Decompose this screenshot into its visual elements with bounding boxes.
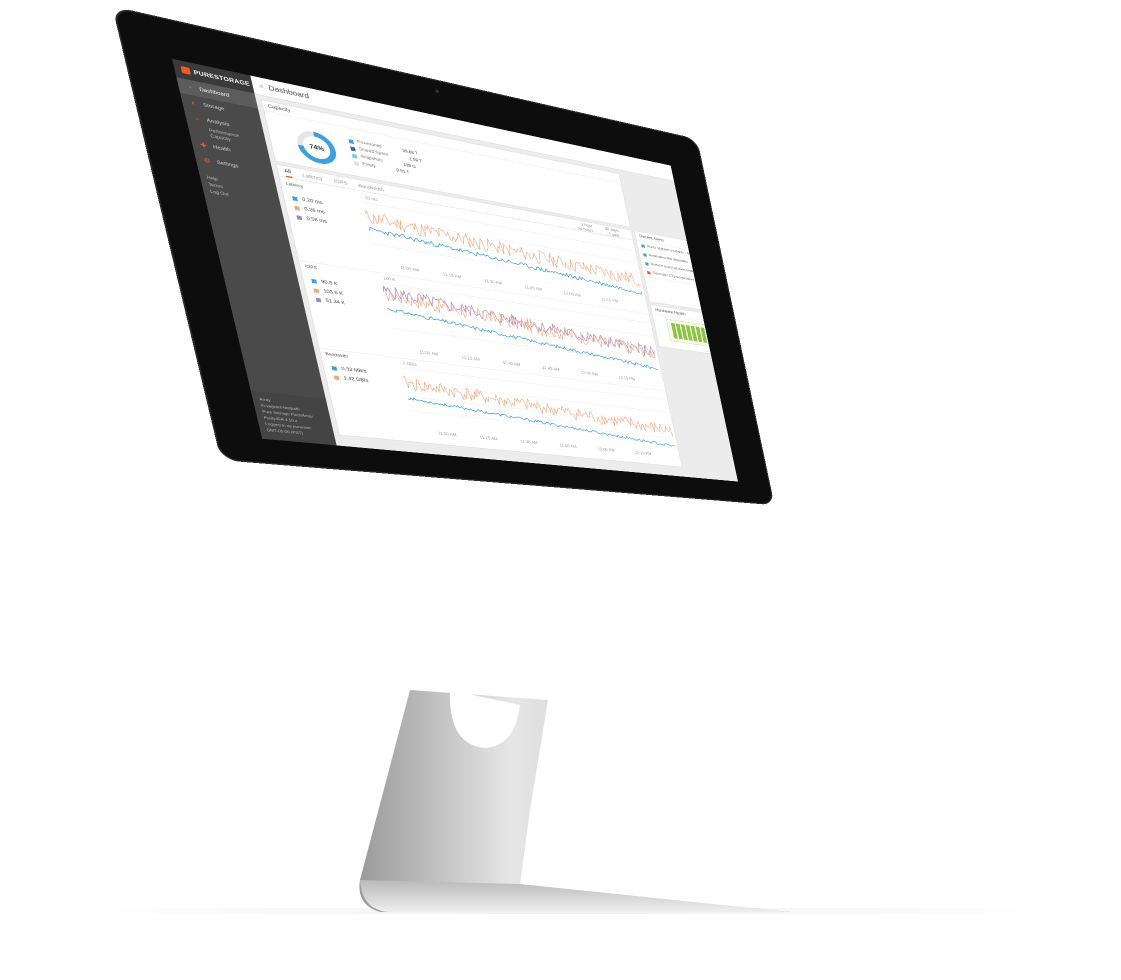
read-swatch xyxy=(291,196,298,202)
time-tick-label: 11:30 AM xyxy=(520,440,538,446)
latency-label: Latency xyxy=(285,182,304,190)
pure-logo-icon xyxy=(180,65,192,75)
grid-line xyxy=(404,382,668,412)
time-tick-label: 11:00 AM xyxy=(400,266,420,273)
array-info: Array m-vagrant-fastpath Pure Storage Fl… xyxy=(250,390,337,446)
grid-line xyxy=(392,328,657,364)
time-tick-label: 11:00 AM xyxy=(438,432,457,438)
tab-all[interactable]: All xyxy=(283,168,293,179)
sidebar-item-label: Analysis xyxy=(206,117,230,128)
time-tick-label: 12:00 PM xyxy=(563,291,581,298)
legend-swatch xyxy=(350,146,356,152)
legend-swatch xyxy=(348,138,355,144)
write-swatch xyxy=(313,288,320,294)
time-tick-label: 12:15 PM xyxy=(635,451,652,457)
sidebar-item-label: Health xyxy=(212,144,232,153)
time-tick-label: 11:15 AM xyxy=(479,436,498,442)
mirrored-swatch xyxy=(296,215,303,221)
info-icon xyxy=(641,244,645,248)
settings-icon: ⚙ xyxy=(202,156,212,165)
iops-read-series xyxy=(387,308,658,369)
time-tick-label: 11:45 AM xyxy=(559,444,577,450)
hardware-title: Hardware Health xyxy=(654,307,687,317)
analysis-icon: ⌕ xyxy=(194,114,201,123)
read-swatch xyxy=(331,366,338,371)
capacity-donut: 74% xyxy=(291,126,341,169)
latency-write-series xyxy=(365,210,641,286)
time-tick-label: 11:15 AM xyxy=(461,356,480,363)
iops-label: IOPS xyxy=(304,264,318,271)
health-icon: ✚ xyxy=(199,140,208,150)
write-swatch xyxy=(294,205,301,211)
capacity-percent: 74% xyxy=(309,143,325,153)
time-tick-label: 11:30 AM xyxy=(502,361,521,368)
bandwidth-label: Bandwidth xyxy=(325,352,349,360)
legend-label: Empty xyxy=(361,162,377,169)
time-tick-label: 11:00 AM xyxy=(419,350,439,357)
read-swatch xyxy=(311,278,318,284)
bandwidth-write-value: 1.42 GB/s xyxy=(343,375,369,384)
capacity-legend: Provisioned 39.68 T Shared Space 1.09 T Sn… xyxy=(348,137,426,180)
time-tick-label: 12:15 PM xyxy=(601,297,619,304)
grid-line xyxy=(388,313,654,350)
time-tick-label: 11:45 AM xyxy=(542,366,560,372)
time-tick-label: 12:00 PM xyxy=(581,371,599,377)
legend-value: 9.91 T xyxy=(396,168,410,176)
sidebar-item-label: Dashboard xyxy=(198,86,230,98)
mirrored-swatch xyxy=(315,297,322,303)
time-tick-label: 12:15 PM xyxy=(618,376,635,382)
time-tick-label: 12:00 PM xyxy=(597,447,615,453)
iops-values: 90.8 K 103.6 K 51.34 K xyxy=(311,276,347,308)
iops-mirrored-value: 51.34 K xyxy=(325,298,346,306)
bandwidth-values: 0.33 MB/s 1.42 GB/s xyxy=(331,363,370,386)
write-swatch xyxy=(333,375,340,381)
info-icon xyxy=(644,261,649,266)
info-icon xyxy=(643,252,647,257)
time-tick-label: 11:30 AM xyxy=(484,279,503,286)
menu-toggle-icon[interactable]: ≡ xyxy=(258,82,264,90)
sidebar-item-label: Storage xyxy=(202,102,226,112)
warning-small-icon xyxy=(646,270,651,275)
dashboard-icon: ◔ xyxy=(186,83,194,92)
bandwidth-read-series xyxy=(408,397,675,446)
legend-swatch xyxy=(353,160,360,166)
tab-iops[interactable]: IOPS xyxy=(333,179,348,188)
storage-icon: ◐ xyxy=(190,98,197,107)
time-tick-label: 11:15 AM xyxy=(443,272,462,279)
sidebar-item-label: Settings xyxy=(216,159,240,169)
latency-values: 0.20 ms 0.26 ms 0.58 ms xyxy=(291,194,328,228)
legend-swatch xyxy=(351,153,358,159)
time-tick-label: 11:45 AM xyxy=(524,285,542,292)
